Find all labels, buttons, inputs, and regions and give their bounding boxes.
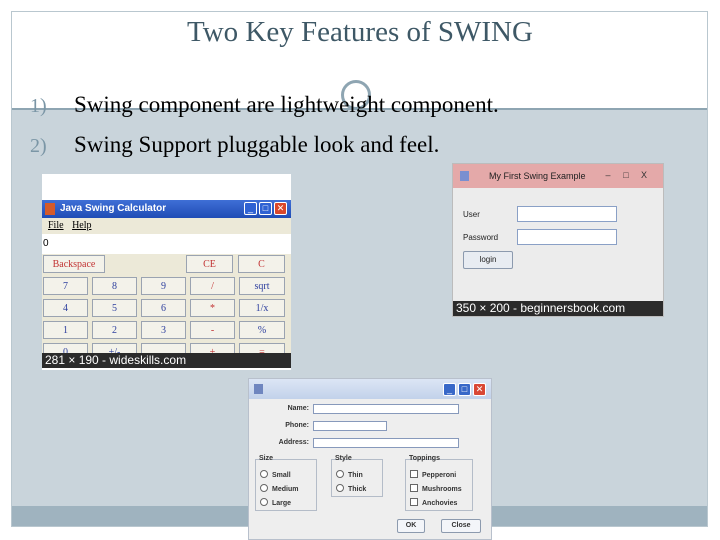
window-controls: _ □ ✕	[244, 202, 287, 215]
ce-button[interactable]: CE	[186, 255, 233, 273]
size-option[interactable]: Small	[260, 470, 291, 479]
pizza-form-screenshot: _ □ ✕ Name: Phone: Address: Size Small M…	[248, 378, 492, 540]
key-6[interactable]: 6	[141, 299, 186, 317]
topping-option[interactable]: Mushrooms	[410, 484, 462, 493]
image-caption: 350 × 200 - beginnersbook.com	[453, 301, 663, 316]
key-2[interactable]: 2	[92, 321, 137, 339]
address-field[interactable]	[313, 438, 459, 448]
key-sqrt[interactable]: sqrt	[239, 277, 285, 295]
password-field[interactable]	[517, 229, 617, 245]
login-example-screenshot: My First Swing Example – □ X User Passwo…	[452, 163, 664, 317]
maximize-icon[interactable]: □	[621, 170, 631, 180]
style-option[interactable]: Thick	[336, 484, 366, 493]
calculator-menubar: File Help	[42, 218, 291, 234]
maximize-icon[interactable]: □	[458, 383, 471, 396]
window-controls: _ □ ✕	[443, 383, 486, 396]
style-group-title: Style	[335, 455, 352, 462]
style-option[interactable]: Thin	[336, 470, 363, 479]
backspace-button[interactable]: Backspace	[43, 255, 105, 273]
key-divide[interactable]: /	[190, 277, 235, 295]
bullet-number: 2)	[30, 135, 47, 157]
close-icon[interactable]: X	[639, 170, 649, 180]
close-button[interactable]: Close	[441, 519, 481, 533]
image-caption: 281 × 190 - wideskills.com	[42, 353, 291, 368]
size-option[interactable]: Large	[260, 498, 291, 507]
radio-icon	[260, 498, 268, 506]
key-1[interactable]: 1	[43, 321, 88, 339]
bullet-number: 1)	[30, 95, 47, 117]
calculator-screenshot: Java Swing Calculator _ □ ✕ File Help 0 …	[42, 174, 291, 370]
key-7[interactable]: 7	[43, 277, 88, 295]
slide-title: Two Key Features of SWING	[187, 16, 533, 48]
phone-label: Phone:	[285, 422, 309, 429]
key-minus[interactable]: -	[190, 321, 235, 339]
radio-icon	[336, 470, 344, 478]
minimize-icon[interactable]: _	[244, 202, 257, 215]
phone-field[interactable]	[313, 421, 387, 431]
java-icon	[254, 384, 263, 394]
checkbox-icon	[410, 484, 418, 492]
window-controls: – □ X	[603, 170, 649, 180]
key-5[interactable]: 5	[92, 299, 137, 317]
minimize-icon[interactable]: _	[443, 383, 456, 396]
menu-help[interactable]: Help	[72, 220, 91, 231]
radio-icon	[260, 484, 268, 492]
topping-option[interactable]: Pepperoni	[410, 470, 456, 479]
address-label: Address:	[278, 439, 309, 446]
java-icon	[460, 171, 469, 181]
key-multiply[interactable]: *	[190, 299, 235, 317]
key-3[interactable]: 3	[141, 321, 186, 339]
key-9[interactable]: 9	[141, 277, 186, 295]
password-label: Password	[463, 233, 499, 242]
key-reciprocal[interactable]: 1/x	[239, 299, 285, 317]
size-option[interactable]: Medium	[260, 484, 298, 493]
bullet-item: 2) Swing Support pluggable look and feel.	[30, 132, 439, 158]
key-percent[interactable]: %	[239, 321, 285, 339]
user-field[interactable]	[517, 206, 617, 222]
ok-button[interactable]: OK	[397, 519, 425, 533]
calculator-display: 0	[42, 236, 291, 252]
name-field[interactable]	[313, 404, 459, 414]
java-icon	[45, 203, 55, 215]
user-label: User	[463, 210, 480, 219]
bullet-text: Swing Support pluggable look and feel.	[74, 132, 440, 157]
login-button[interactable]: login	[463, 251, 513, 269]
menu-file[interactable]: File	[48, 220, 64, 231]
checkbox-icon	[410, 498, 418, 506]
close-icon[interactable]: ✕	[473, 383, 486, 396]
key-8[interactable]: 8	[92, 277, 137, 295]
c-button[interactable]: C	[238, 255, 285, 273]
minimize-icon[interactable]: –	[603, 170, 613, 180]
bullet-text: Swing component are lightweight componen…	[74, 92, 499, 117]
checkbox-icon	[410, 470, 418, 478]
close-icon[interactable]: ✕	[274, 202, 287, 215]
topping-option[interactable]: Anchovies	[410, 498, 457, 507]
name-label: Name:	[287, 405, 309, 412]
radio-icon	[260, 470, 268, 478]
key-4[interactable]: 4	[43, 299, 88, 317]
size-group-title: Size	[259, 455, 274, 462]
bullet-item: 1) Swing component are lightweight compon…	[30, 92, 499, 118]
calculator-keypad: Backspace CE C 7 8 9 / sqrt 4 5 6 * 1/x …	[42, 254, 291, 361]
toppings-group-title: Toppings	[409, 455, 440, 462]
radio-icon	[336, 484, 344, 492]
maximize-icon[interactable]: □	[259, 202, 272, 215]
